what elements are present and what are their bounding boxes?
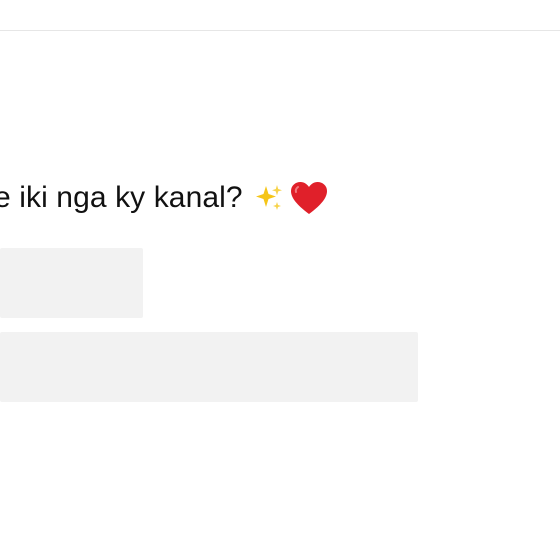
emoji-group bbox=[253, 180, 329, 216]
caption-line: e iki nga ky kanal? bbox=[0, 176, 329, 220]
red-heart-icon bbox=[289, 180, 329, 216]
caption-text: e iki nga ky kanal? bbox=[0, 181, 243, 214]
loading-placeholder-long bbox=[0, 332, 418, 402]
page: e iki nga ky kanal? bbox=[0, 0, 560, 560]
top-bar bbox=[0, 0, 560, 31]
sparkles-icon bbox=[253, 182, 285, 214]
loading-placeholder-short bbox=[0, 248, 143, 318]
